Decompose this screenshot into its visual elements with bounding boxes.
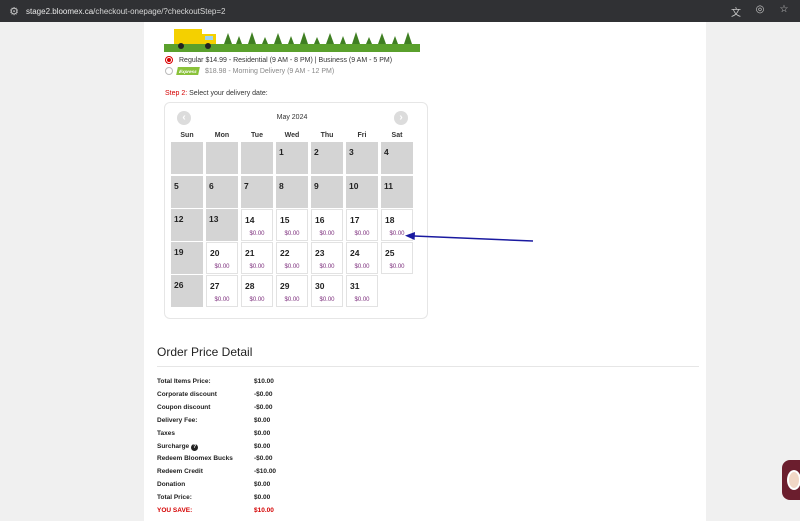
annotation-arrow bbox=[405, 232, 534, 242]
avatar-face-icon bbox=[787, 470, 800, 490]
chat-support-avatar[interactable] bbox=[782, 460, 800, 500]
